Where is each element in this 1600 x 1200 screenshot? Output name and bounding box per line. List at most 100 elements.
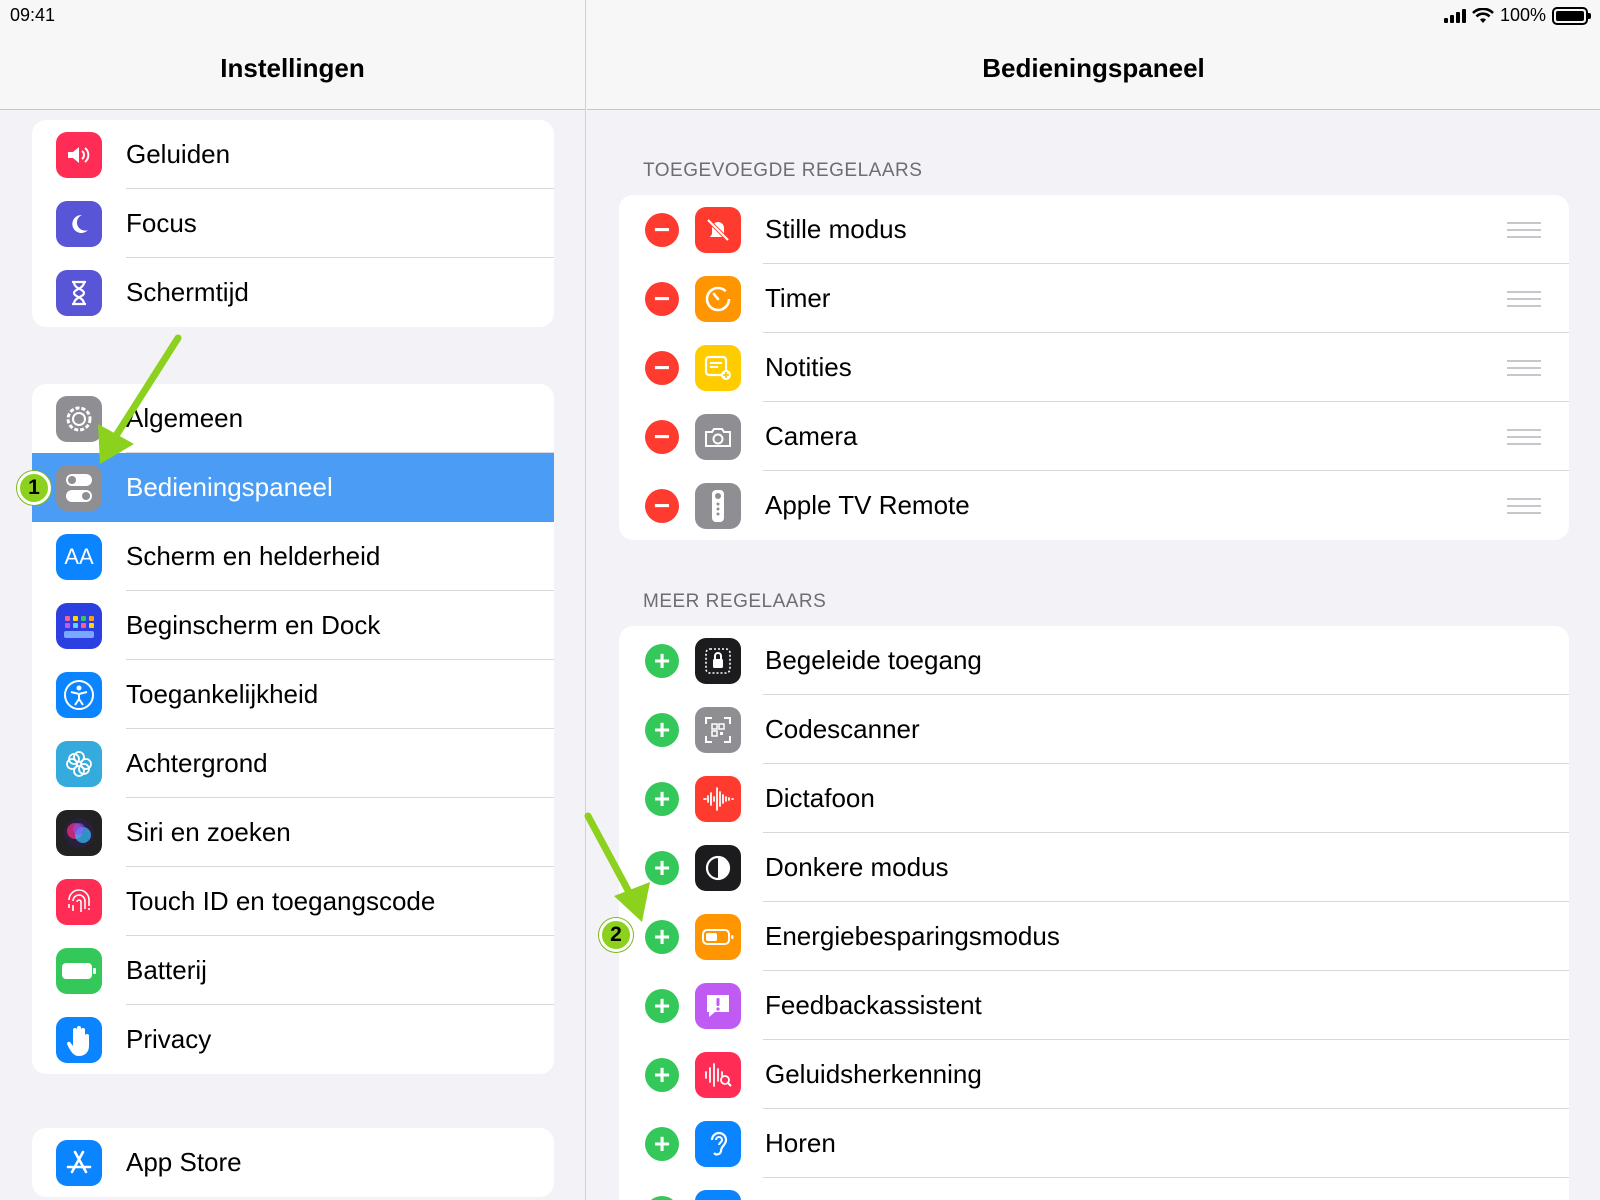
- status-time: 09:41: [10, 5, 56, 25]
- control-label: Horen: [765, 1128, 836, 1158]
- camera-icon: [695, 413, 741, 460]
- section-header-more: MEER REGELAARS: [643, 591, 827, 612]
- grid-icon: [56, 602, 102, 649]
- control-row: − Camera: [619, 402, 1569, 471]
- sidebar-item-label: Batterij: [126, 955, 207, 985]
- hand-icon: [56, 1016, 102, 1063]
- sidebar-item-toegankelijkheid[interactable]: Toegankelijkheid: [32, 660, 554, 729]
- sidebar-item-label: Achtergrond: [126, 748, 268, 778]
- ear-icon: [695, 1120, 741, 1167]
- more-controls-group: + Begeleide toegang + Codescanner + Dict…: [619, 626, 1569, 1200]
- lock-icon: [695, 637, 741, 684]
- feedback-icon: [695, 982, 741, 1029]
- sidebar-group-2: Algemeen Bedieningspaneel AA Scherm en h…: [32, 384, 554, 1074]
- control-row: + Geluidsherkenning: [619, 1040, 1569, 1109]
- control-label: Apple TV Remote: [765, 490, 970, 520]
- settings-sidebar: Instellingen Geluiden Focus Schermtijd A…: [0, 0, 586, 1200]
- remove-control-button[interactable]: −: [645, 212, 679, 247]
- flower-icon: [56, 740, 102, 787]
- status-bar: 09:41 100%: [0, 0, 1600, 32]
- partial-icon: [695, 1189, 741, 1200]
- accessibility-icon: [56, 671, 102, 718]
- sidebar-item-label: Beginscherm en Dock: [126, 610, 381, 640]
- sidebar-item-geluiden[interactable]: Geluiden: [32, 120, 554, 189]
- control-label: Camera: [765, 421, 858, 451]
- reorder-grip-icon[interactable]: [1507, 290, 1541, 307]
- remote-icon: [695, 482, 741, 529]
- sound-search-icon: [695, 1051, 741, 1098]
- sidebar-item-privacy[interactable]: Privacy: [32, 1005, 554, 1074]
- reorder-grip-icon[interactable]: [1507, 497, 1541, 514]
- sidebar-title: Instellingen: [220, 53, 365, 83]
- remove-control-button[interactable]: −: [645, 350, 679, 385]
- detail-pane: Bedieningspaneel TOEGEVOEGDE REGELAARS −…: [587, 0, 1600, 1200]
- control-label: Notities: [765, 352, 852, 382]
- remove-control-button[interactable]: −: [645, 281, 679, 316]
- control-row: + Horen: [619, 1109, 1569, 1178]
- sidebar-item-batterij[interactable]: Batterij: [32, 936, 554, 1005]
- sidebar-item-focus[interactable]: Focus: [32, 189, 554, 258]
- sidebar-item-appstore[interactable]: App Store: [32, 1128, 554, 1197]
- control-row: − Stille modus: [619, 195, 1569, 264]
- reorder-grip-icon[interactable]: [1507, 359, 1541, 376]
- control-row: + Energiebesparingsmodus: [619, 902, 1569, 971]
- control-row: − Apple TV Remote: [619, 471, 1569, 540]
- sidebar-item-label: Geluiden: [126, 139, 231, 169]
- control-row: + Begeleide toegang: [619, 626, 1569, 695]
- add-control-button[interactable]: +: [645, 1195, 679, 1200]
- control-row: + Feedbackassistent: [619, 971, 1569, 1040]
- contrast-icon: [695, 844, 741, 891]
- control-label: Stille modus: [765, 214, 907, 244]
- control-label: Geluidsherkenning: [765, 1059, 982, 1089]
- sidebar-item-label: Bedieningspaneel: [126, 472, 333, 502]
- add-control-button[interactable]: +: [645, 643, 679, 678]
- sidebar-item-label: Toegankelijkheid: [126, 679, 319, 709]
- battery-low-icon: [695, 913, 741, 960]
- add-control-button[interactable]: +: [645, 1126, 679, 1161]
- reorder-grip-icon[interactable]: [1507, 428, 1541, 445]
- add-control-button[interactable]: +: [645, 988, 679, 1023]
- moon-icon: [56, 200, 102, 247]
- sidebar-item-beginscherm[interactable]: Beginscherm en Dock: [32, 591, 554, 660]
- wifi-icon: [1472, 7, 1494, 23]
- siri-icon: [56, 809, 102, 856]
- control-label: Donkere modus: [765, 852, 949, 882]
- add-control-button[interactable]: +: [645, 1057, 679, 1092]
- sidebar-group-3: App Store: [32, 1128, 554, 1197]
- sidebar-group-1: Geluiden Focus Schermtijd: [32, 120, 554, 327]
- battery-icon: [56, 947, 102, 994]
- sidebar-item-siri[interactable]: Siri en zoeken: [32, 798, 554, 867]
- remove-control-button[interactable]: −: [645, 419, 679, 454]
- detail-title: Bedieningspaneel: [982, 53, 1205, 83]
- annotation-badge-2: 2: [599, 918, 633, 952]
- sidebar-item-label: Privacy: [126, 1024, 212, 1054]
- text-size-icon: AA: [56, 533, 102, 580]
- toggles-icon: [56, 464, 102, 511]
- add-control-button[interactable]: +: [645, 712, 679, 747]
- control-row: + Donkere modus: [619, 833, 1569, 902]
- sidebar-item-achtergrond[interactable]: Achtergrond: [32, 729, 554, 798]
- sidebar-item-label: Touch ID en toegangscode: [126, 886, 436, 916]
- control-row: +: [619, 1178, 1569, 1200]
- sidebar-item-scherm[interactable]: AA Scherm en helderheid: [32, 522, 554, 591]
- remove-control-button[interactable]: −: [645, 488, 679, 523]
- annotation-arrow-1: [98, 334, 182, 464]
- control-label: Feedbackassistent: [765, 990, 982, 1020]
- reorder-grip-icon[interactable]: [1507, 221, 1541, 238]
- bell-slash-icon: [695, 206, 741, 253]
- control-label: Energiebesparingsmodus: [765, 921, 1060, 951]
- annotation-badge-1: 1: [17, 471, 51, 505]
- control-row: + Dictafoon: [619, 764, 1569, 833]
- hourglass-icon: [56, 269, 102, 316]
- sidebar-item-schermtijd[interactable]: Schermtijd: [32, 258, 554, 327]
- notes-icon: [695, 344, 741, 391]
- sidebar-item-touchid[interactable]: Touch ID en toegangscode: [32, 867, 554, 936]
- cellular-signal-icon: [1443, 8, 1466, 23]
- control-label: Codescanner: [765, 714, 920, 744]
- timer-icon: [695, 275, 741, 322]
- battery-status-icon: [1552, 6, 1591, 25]
- added-controls-group: − Stille modus − Timer − Notities − Came…: [619, 195, 1569, 540]
- sidebar-item-label: Schermtijd: [126, 277, 249, 307]
- sidebar-item-label: App Store: [126, 1147, 242, 1177]
- control-label: Timer: [765, 283, 831, 313]
